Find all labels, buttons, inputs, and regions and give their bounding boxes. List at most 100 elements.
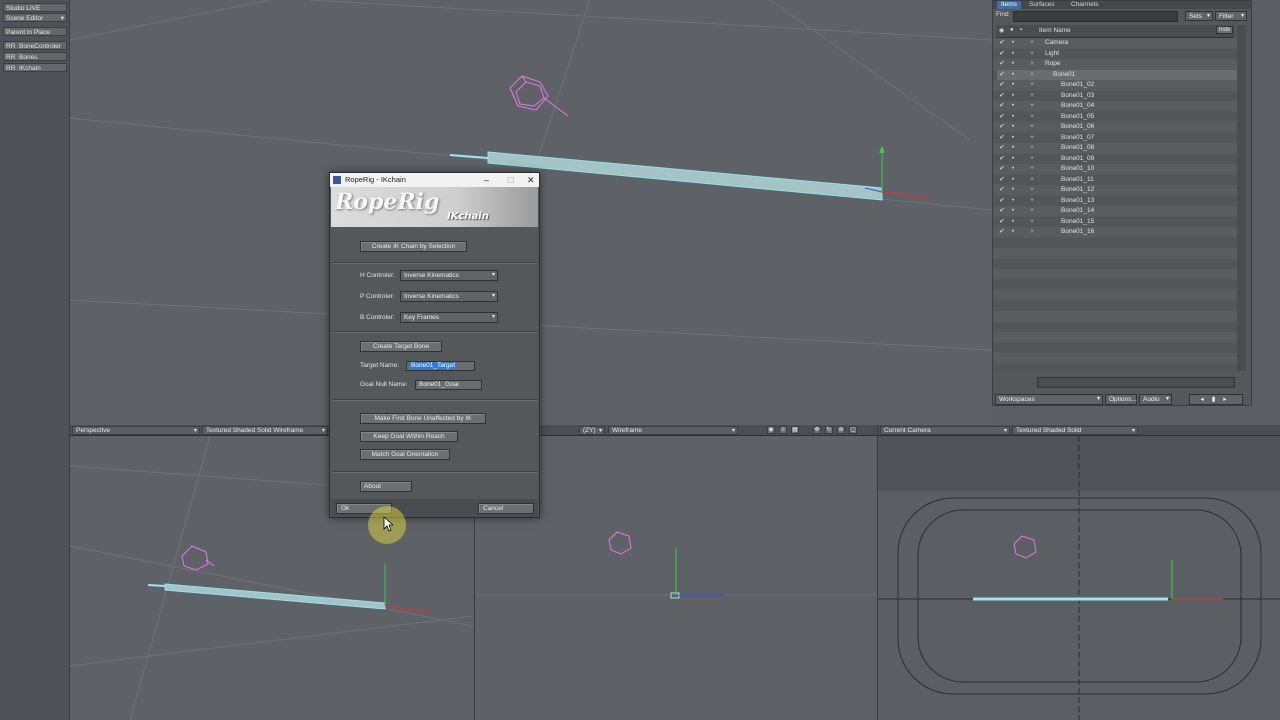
make-first-bone-unaffected-button[interactable]: Make First Bone Unaffected by IK [360,413,486,424]
item-row[interactable]: ✔ • + Bone01_04 [997,101,1227,112]
keep-goal-within-reach-button[interactable]: Keep Goal Within Reach [360,431,458,442]
expand-icon[interactable]: + [1028,70,1036,80]
expand-icon[interactable]: + [1028,80,1036,90]
sets-dropdown[interactable]: Sets ▾ [1185,11,1213,21]
item-row[interactable]: ✔ • + Bone01_14 [997,206,1227,217]
zoom-icon[interactable]: ⊕ [837,426,845,434]
render-mode-dropdown[interactable]: Textured Shaded Solid Wireframe ▾ [202,426,328,435]
item-row[interactable]: ✔ • + Bone01_08 [997,143,1227,154]
visibility-check-icon[interactable]: ✔ [997,164,1007,174]
filter-dropdown[interactable]: Filter ▾ [1215,11,1247,21]
visibility-check-icon[interactable]: ✔ [997,217,1007,227]
visibility-check-icon[interactable]: ✔ [997,185,1007,195]
visibility-check-icon[interactable]: ✔ [997,133,1007,143]
expand-icon[interactable]: + [1028,196,1036,206]
visibility-check-icon[interactable]: ✔ [997,91,1007,101]
item-row[interactable]: ✔ • + Bone01_16 [997,227,1227,238]
render-dot-icon[interactable]: • [1009,70,1017,80]
render-dot-icon[interactable]: • [1009,59,1017,69]
goal-null-name-input[interactable]: Bone01_Goal [415,380,482,390]
visibility-check-icon[interactable]: ✔ [997,59,1007,69]
item-row[interactable]: ✔ • + Bone01_11 [997,175,1227,186]
p-controler-select[interactable]: Inverse Kinematics ▾ [400,291,498,302]
item-row[interactable]: ✔ • + Bone01_06 [997,122,1227,133]
expand-icon[interactable]: + [1028,206,1036,216]
rr-bonecontroler-button[interactable]: RR_BoneControler [3,41,67,50]
maximize-icon[interactable]: ▢ [849,426,857,434]
tab-items[interactable]: Items [997,1,1021,9]
render-dot-icon[interactable]: • [1009,164,1017,174]
visibility-check-icon[interactable]: ✔ [997,227,1007,237]
move-icon[interactable]: ✥ [813,426,821,434]
scene-editor-dropdown[interactable]: Scene Editor ▾ [3,13,67,22]
visibility-check-icon[interactable]: ✔ [997,70,1007,80]
b-controler-select[interactable]: Key Frames ▾ [400,312,498,323]
expand-icon[interactable]: + [1028,59,1036,69]
visibility-check-icon[interactable]: ✔ [997,112,1007,122]
expand-icon[interactable]: + [1028,133,1036,143]
visibility-check-icon[interactable]: ✔ [997,206,1007,216]
tab-channels[interactable]: Channels [1067,1,1102,9]
visibility-check-icon[interactable]: ✔ [997,154,1007,164]
visibility-check-icon[interactable]: ✔ [997,196,1007,206]
item-row[interactable]: ✔ • + Light [997,49,1227,60]
item-row[interactable]: ✔ • + Rope [997,59,1227,70]
render-dot-icon[interactable]: • [1009,154,1017,164]
item-row[interactable]: ✔ • + Bone01_10 [997,164,1227,175]
expand-icon[interactable]: + [1028,101,1036,111]
h-controler-select[interactable]: Inverse Kinematics ▾ [400,270,498,281]
visibility-icon[interactable]: ◉ [999,27,1004,34]
item-row[interactable]: ✔ • + Bone01_07 [997,133,1227,144]
render-mode-dropdown[interactable]: Textured Shaded Solid ▾ [1012,426,1138,435]
expand-icon[interactable]: + [1028,112,1036,122]
view-type-dropdown[interactable]: (ZY) ▾ [579,426,605,435]
render-dot-icon[interactable]: • [1009,206,1017,216]
expand-icon[interactable]: + [1028,143,1036,153]
render-dot-icon[interactable]: • [1009,217,1017,227]
find-input[interactable] [1013,11,1178,22]
options-button[interactable]: Options... [1105,394,1137,405]
lock-icon[interactable]: ▪ [1020,27,1022,33]
playback-controls[interactable]: ◂▮▸ [1189,394,1243,405]
item-row[interactable]: ✔ • + Bone01_05 [997,112,1227,123]
create-ik-chain-button[interactable]: Create IK Chain by Selection [360,241,467,252]
expand-icon[interactable]: + [1028,227,1036,237]
match-goal-orientation-button[interactable]: Match Goal Orientation [360,449,450,460]
render-dot-icon[interactable]: • [1009,133,1017,143]
maximize-icon[interactable]: ▢ [507,173,515,187]
list-icon[interactable]: ≡ [779,426,787,434]
workspaces-dropdown[interactable]: Workspaces ▾ [995,394,1103,405]
item-list-scrollbar[interactable] [1237,25,1246,371]
rr-ikchain-button[interactable]: RR_IKchain [3,63,67,72]
minimize-icon[interactable]: – [484,173,489,187]
render-dot-icon[interactable]: • [1009,122,1017,132]
close-icon[interactable]: ✕ [527,173,535,187]
expand-icon[interactable]: + [1028,49,1036,59]
create-target-bone-button[interactable]: Create Target Bone [360,341,442,352]
camera-icon[interactable]: ◉ [767,426,775,434]
cancel-button[interactable]: Cancel [478,503,534,514]
render-icon[interactable]: ● [1010,27,1014,33]
expand-icon[interactable]: + [1028,185,1036,195]
render-dot-icon[interactable]: • [1009,38,1017,48]
about-button[interactable]: About [360,481,412,492]
item-row[interactable]: ✔ • + Bone01_13 [997,196,1227,207]
target-name-input[interactable]: Bone01_Target [406,361,475,371]
item-row[interactable]: ✔ • + Bone01_03 [997,91,1227,102]
render-dot-icon[interactable]: • [1009,112,1017,122]
item-row[interactable]: ✔ • + Bone01_09 [997,154,1227,165]
rotate-icon[interactable]: ↻ [825,426,833,434]
horizontal-scrollbar[interactable] [1037,377,1235,388]
visibility-check-icon[interactable]: ✔ [997,49,1007,59]
render-dot-icon[interactable]: • [1009,80,1017,90]
play-icon[interactable]: ◂▮▸ [1200,396,1234,403]
item-name-column-header[interactable]: Item Name [1039,27,1071,34]
render-dot-icon[interactable]: • [1009,196,1017,206]
visibility-check-icon[interactable]: ✔ [997,80,1007,90]
audio-dropdown[interactable]: Audio ▾ [1139,394,1172,405]
visibility-check-icon[interactable]: ✔ [997,101,1007,111]
expand-icon[interactable]: + [1028,217,1036,227]
studio-live-button[interactable]: Studio LIVE [3,3,67,12]
render-mode-dropdown[interactable]: Wireframe ▾ [608,426,738,435]
camera-viewport[interactable]: Current Camera ▾ Textured Shaded Solid ▾ [877,425,1280,720]
